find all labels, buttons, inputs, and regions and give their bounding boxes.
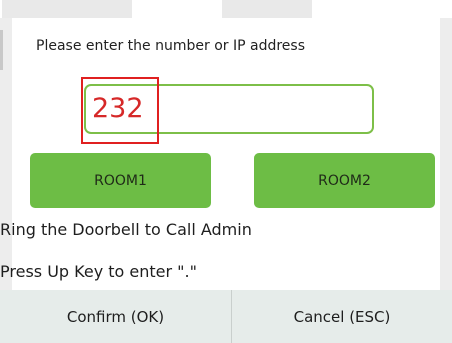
room2-button[interactable]: ROOM2 [254,153,435,208]
confirm-button[interactable]: Confirm (OK) [0,290,231,343]
up-key-hint: Press Up Key to enter "." [0,262,197,281]
input-highlight-box [81,77,159,144]
background-right-edge [440,18,452,290]
cancel-button[interactable]: Cancel (ESC) [232,290,452,343]
room1-button[interactable]: ROOM1 [30,153,211,208]
background-tab [222,0,312,18]
dialog-footer: Confirm (OK) Cancel (ESC) [0,290,452,343]
background-left-accent [0,30,3,70]
dialog-prompt: Please enter the number or IP address [36,38,305,54]
background-tab [2,0,132,18]
doorbell-hint: Ring the Doorbell to Call Admin [0,220,252,239]
